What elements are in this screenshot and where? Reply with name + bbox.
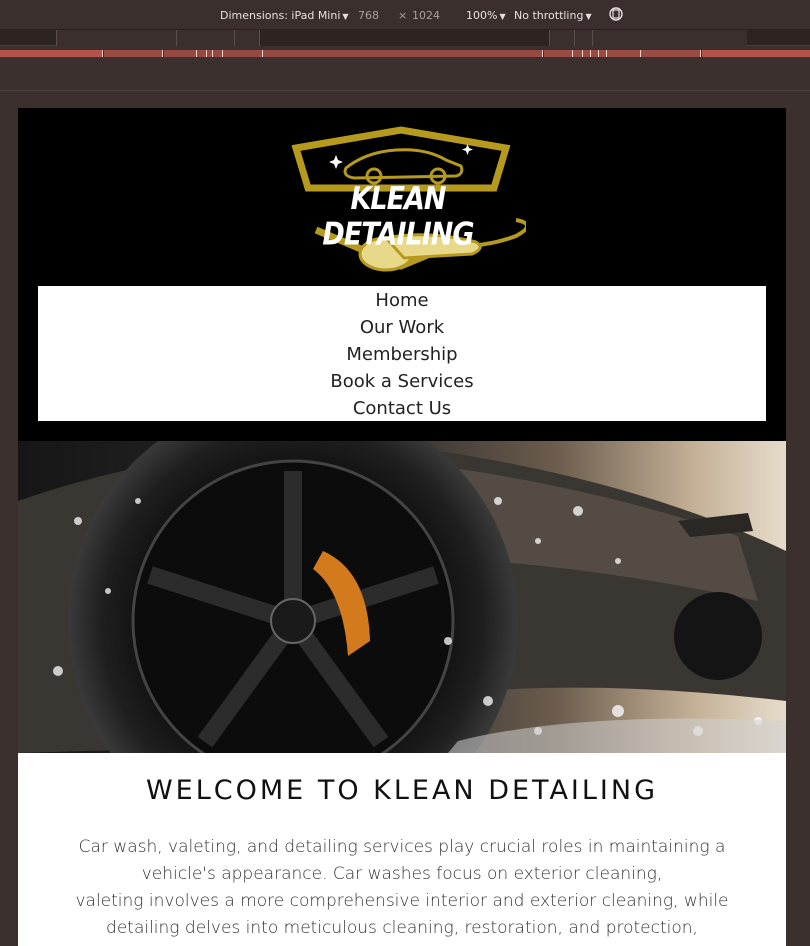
car-wheel-illustration [18,441,786,753]
nav-book-services[interactable]: Book a Services [38,368,766,395]
dimensions-dropdown[interactable]: Dimensions: iPad Mini ▼ [220,9,349,22]
breakpoint-tick [572,50,573,57]
breakpoint-tick [102,50,103,57]
logo-text: KLEAN DETAILING [322,181,474,253]
breakpoint-range[interactable] [702,50,810,57]
device-viewport: KLEAN DETAILING Home Our Work Membership… [18,108,786,946]
nav-membership[interactable]: Membership [38,341,766,368]
intro-line: valeting involves a more comprehensive i… [75,891,729,911]
intro-line: detailing delves into meticulous cleanin… [106,918,698,938]
hero-image [18,441,786,753]
ruler-segment[interactable] [56,30,176,46]
intro-line: Car wash, valeting, and detailing servic… [78,837,726,857]
media-query-ruler [0,30,810,46]
main-nav: Home Our Work Membership Book a Services… [38,286,766,421]
ruler-divider [0,90,810,91]
ruler-segment[interactable] [574,30,592,46]
ruler-segment[interactable] [176,30,234,46]
caret-down-icon: ▼ [585,12,592,21]
breakpoint-tick [162,50,163,57]
nav-our-work[interactable]: Our Work [38,314,766,341]
breakpoint-range[interactable] [164,50,542,57]
breakpoint-bar [0,47,810,61]
caret-down-icon: ▼ [342,12,349,21]
breakpoint-tick [222,50,223,57]
rotate-icon[interactable] [608,6,624,22]
breakpoint-tick [700,50,701,57]
zoom-dropdown[interactable]: 100% ▼ [466,9,506,22]
throttling-label: No throttling [514,9,584,22]
ruler-segment[interactable] [234,30,259,46]
caret-down-icon: ▼ [499,12,506,21]
ruler-segment[interactable] [592,30,747,46]
welcome-title: WELCOME TO KLEAN DETAILING [145,775,659,806]
breakpoint-tick [582,50,583,57]
devtools-device-toolbar: Dimensions: iPad Mini ▼ 768 × 1024 100% ▼ … [0,0,810,30]
height-input[interactable]: 1024 [412,9,440,22]
breakpoint-range[interactable] [0,50,102,57]
times-symbol: × [398,9,408,22]
ruler-segment[interactable] [549,30,574,46]
breakpoint-tick [590,50,591,57]
intro-line: vehicle's appearance. Car washes focus o… [141,864,663,884]
breakpoint-tick [542,50,543,57]
site-header: KLEAN DETAILING [18,108,786,286]
nav-contact-us[interactable]: Contact Us [38,395,766,422]
nav-home[interactable]: Home [38,287,766,314]
width-input[interactable]: 768 [358,9,379,22]
breakpoint-tick [212,50,213,57]
breakpoint-tick [606,50,607,57]
ruler-segment[interactable] [259,30,549,46]
breakpoint-tick [196,50,197,57]
breakpoint-tick [262,50,263,57]
breakpoint-tick [206,50,207,57]
intro-paragraph: Car wash, valeting, and detailing servic… [57,834,747,942]
throttling-dropdown[interactable]: No throttling ▼ [514,9,592,22]
zoom-label: 100% [466,9,498,22]
breakpoint-tick [598,50,599,57]
dimensions-label: Dimensions: iPad Mini [220,9,341,22]
breakpoint-tick [640,50,641,57]
breakpoint-range[interactable] [104,50,162,57]
breakpoint-range[interactable] [544,50,700,57]
welcome-section: WELCOME TO KLEAN DETAILING Car wash, val… [18,753,786,946]
